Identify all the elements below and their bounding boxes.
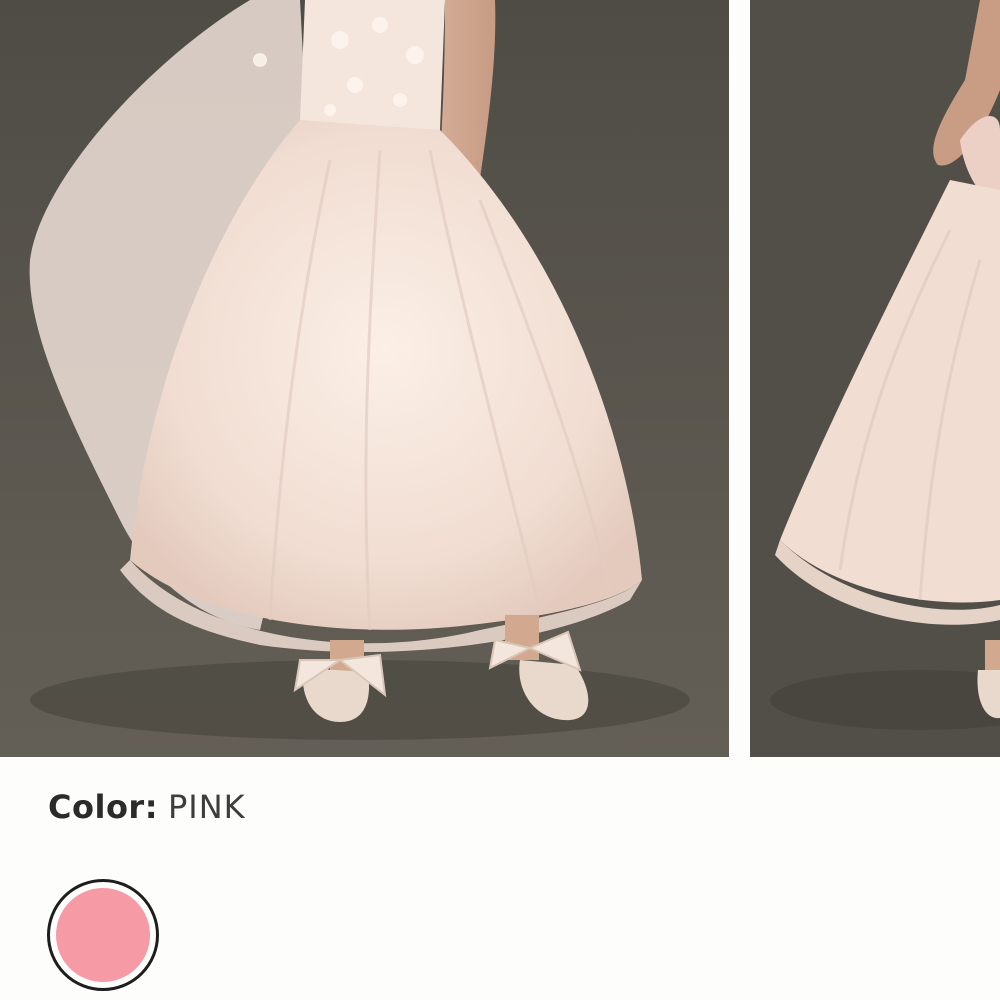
main-product-image[interactable]	[0, 0, 729, 757]
main-product-illustration	[0, 0, 729, 757]
color-label: Color:	[48, 788, 158, 826]
secondary-product-illustration	[750, 0, 1000, 757]
swatch-fill-pink	[56, 888, 150, 982]
product-page: Color: PINK	[0, 0, 1000, 1000]
color-swatch-pink[interactable]	[47, 879, 159, 991]
color-selection-label: Color: PINK	[48, 788, 246, 826]
secondary-product-image[interactable]	[750, 0, 1000, 757]
product-image-carousel[interactable]	[0, 0, 1000, 757]
selected-color-value: PINK	[168, 788, 246, 826]
